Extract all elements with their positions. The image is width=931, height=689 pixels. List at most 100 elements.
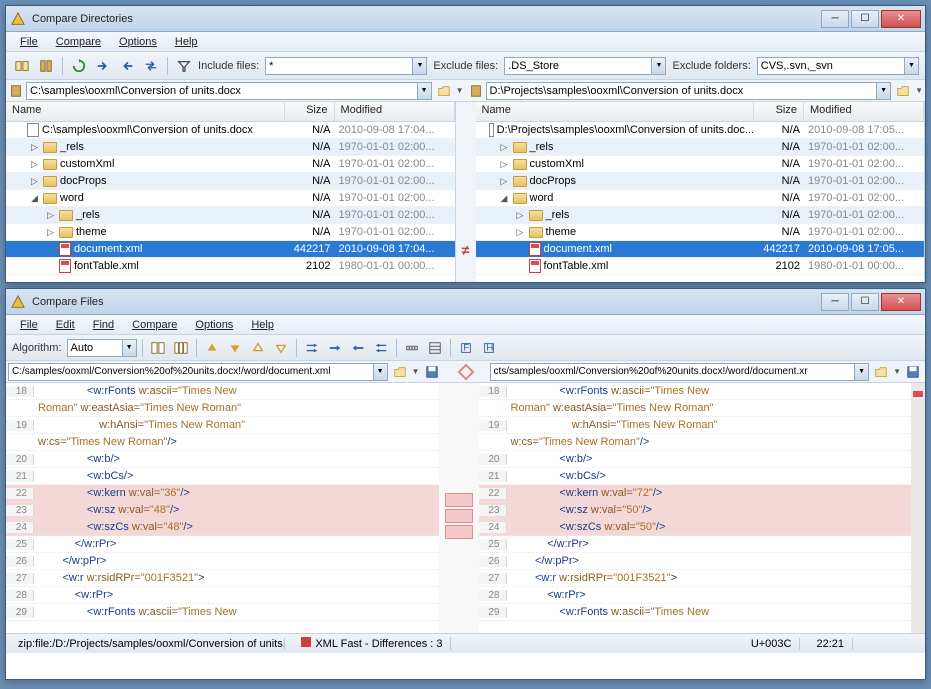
merge-block[interactable] [445, 525, 473, 539]
expand-icon[interactable]: ▷ [499, 142, 510, 153]
right-path-input[interactable]: D:\Projects\samples\ooxml\Conversion of … [486, 82, 892, 100]
file-titlebar[interactable]: Compare Files ─ ☐ ✕ [6, 289, 925, 315]
code-line[interactable]: 25 </w:rPr> [6, 536, 439, 553]
menu-help[interactable]: Help [167, 34, 206, 50]
expand-icon[interactable] [45, 261, 56, 272]
next-change-icon[interactable] [271, 338, 291, 358]
expand-icon[interactable]: ▷ [45, 210, 56, 221]
compare-archives-icon[interactable] [36, 56, 56, 76]
tree-row[interactable]: ▷themeN/A1970-01-01 02:00... [6, 224, 455, 241]
browse-left-icon[interactable] [434, 81, 454, 101]
code-line[interactable]: 26 </w:pPr> [479, 553, 912, 570]
left-file-path-input[interactable]: C:/samples/ooxml/Conversion%20of%20units… [8, 363, 388, 381]
format-icon[interactable]: F [456, 338, 476, 358]
menu-edit[interactable]: Edit [48, 317, 83, 333]
browse-right-icon[interactable] [893, 81, 913, 101]
save-icon[interactable] [422, 362, 442, 382]
expand-icon[interactable] [515, 244, 526, 255]
code-line[interactable]: Roman" w:eastAsia="Times New Roman" [479, 400, 912, 417]
tree-row[interactable]: ▷themeN/A1970-01-01 02:00... [476, 224, 925, 241]
expand-icon[interactable] [515, 261, 526, 272]
menu-help[interactable]: Help [243, 317, 282, 333]
highlight-icon[interactable]: H [479, 338, 499, 358]
code-line[interactable]: 18 <w:rFonts w:ascii="Times New [479, 383, 912, 400]
ignore-whitespace-icon[interactable] [402, 338, 422, 358]
code-line[interactable]: 22 <w:kern w:val="72"/> [479, 485, 912, 502]
tree-row[interactable]: fontTable.xml21021980-01-01 00:00... [6, 258, 455, 275]
expand-icon[interactable] [13, 125, 24, 136]
compare-dir-icon[interactable] [12, 56, 32, 76]
copy-right-icon[interactable] [93, 56, 113, 76]
col-size[interactable]: Size [285, 102, 335, 121]
code-line[interactable]: 21 <w:bCs/> [479, 468, 912, 485]
col-size[interactable]: Size [754, 102, 804, 121]
expand-icon[interactable]: ▷ [499, 159, 510, 170]
tree-row[interactable]: fontTable.xml21021980-01-01 00:00... [476, 258, 925, 275]
copy-all-left-icon[interactable] [371, 338, 391, 358]
prev-diff-icon[interactable] [202, 338, 222, 358]
menu-file[interactable]: File [12, 34, 46, 50]
code-line[interactable]: 24 <w:szCs w:val="48"/> [6, 519, 439, 536]
merge-block[interactable] [445, 509, 473, 523]
code-line[interactable]: 21 <w:bCs/> [6, 468, 439, 485]
code-line[interactable]: 27 <w:r w:rsidRPr="001F3521"> [6, 570, 439, 587]
code-line[interactable]: Roman" w:eastAsia="Times New Roman" [6, 400, 439, 417]
menu-compare[interactable]: Compare [124, 317, 185, 333]
col-name[interactable]: Name [6, 102, 285, 121]
code-line[interactable]: 18 <w:rFonts w:ascii="Times New [6, 383, 439, 400]
code-line[interactable]: 24 <w:szCs w:val="50"/> [479, 519, 912, 536]
dropdown-arrow-icon[interactable]: ▼ [915, 86, 923, 95]
tree-row[interactable]: ▷docPropsN/A1970-01-01 02:00... [6, 173, 455, 190]
settings-icon[interactable] [425, 338, 445, 358]
expand-icon[interactable] [45, 244, 56, 255]
tree-row[interactable]: ▷customXmlN/A1970-01-01 02:00... [6, 156, 455, 173]
right-code-pane[interactable]: 18 <w:rFonts w:ascii="Times NewRoman" w:… [479, 383, 912, 633]
tree-row[interactable]: ▷_relsN/A1970-01-01 02:00... [476, 139, 925, 156]
menu-find[interactable]: Find [85, 317, 122, 333]
menu-options[interactable]: Options [111, 34, 165, 50]
minimize-button[interactable]: ─ [821, 10, 849, 28]
code-line[interactable]: w:cs="Times New Roman"/> [479, 434, 912, 451]
compare-files-icon[interactable] [148, 338, 168, 358]
expand-icon[interactable]: ▷ [515, 227, 526, 238]
overview-ruler[interactable] [911, 383, 925, 633]
exclude-folders-input[interactable]: CVS,.svn,_svn▼ [757, 57, 919, 75]
browse-icon[interactable] [390, 362, 410, 382]
expand-icon[interactable]: ▷ [29, 159, 40, 170]
algorithm-select[interactable]: Auto▼ [67, 339, 137, 357]
expand-icon[interactable]: ◢ [499, 193, 510, 204]
three-way-icon[interactable] [171, 338, 191, 358]
left-code-pane[interactable]: 18 <w:rFonts w:ascii="Times NewRoman" w:… [6, 383, 439, 633]
tree-row[interactable]: ◢wordN/A1970-01-01 02:00... [476, 190, 925, 207]
copy-all-right-icon[interactable] [302, 338, 322, 358]
menu-file[interactable]: File [12, 317, 46, 333]
minimize-button[interactable]: ─ [821, 293, 849, 311]
expand-icon[interactable]: ▷ [499, 176, 510, 187]
tree-row[interactable]: document.xml4422172010-09-08 17:04... [6, 241, 455, 258]
dir-titlebar[interactable]: Compare Directories ─ ☐ ✕ [6, 6, 925, 32]
code-line[interactable]: 20 <w:b/> [6, 451, 439, 468]
filter-icon[interactable] [174, 56, 194, 76]
close-button[interactable]: ✕ [881, 293, 921, 311]
expand-icon[interactable]: ▷ [45, 227, 56, 238]
tree-row[interactable]: C:\samples\ooxml\Conversion of units.doc… [6, 122, 455, 139]
expand-icon[interactable]: ▷ [29, 176, 40, 187]
expand-icon[interactable]: ▷ [515, 210, 526, 221]
merge-block[interactable] [445, 493, 473, 507]
code-line[interactable]: 26 </w:pPr> [6, 553, 439, 570]
exclude-files-input[interactable]: .DS_Store▼ [504, 57, 666, 75]
code-line[interactable]: 29 <w:rFonts w:ascii="Times New [6, 604, 439, 621]
expand-icon[interactable] [483, 125, 486, 136]
right-file-path-input[interactable]: cts/samples/ooxml/Conversion%20of%20unit… [490, 363, 870, 381]
col-modified[interactable]: Modified [804, 102, 924, 121]
code-line[interactable]: 20 <w:b/> [479, 451, 912, 468]
expand-icon[interactable]: ▷ [29, 142, 40, 153]
tree-row[interactable]: ▷_relsN/A1970-01-01 02:00... [6, 139, 455, 156]
sync-icon[interactable] [141, 56, 161, 76]
save-icon[interactable] [903, 362, 923, 382]
browse-icon[interactable] [871, 362, 891, 382]
code-line[interactable]: 22 <w:kern w:val="36"/> [6, 485, 439, 502]
code-line[interactable]: 25 </w:rPr> [479, 536, 912, 553]
tree-row[interactable]: ▷_relsN/A1970-01-01 02:00... [6, 207, 455, 224]
code-line[interactable]: 29 <w:rFonts w:ascii="Times New [479, 604, 912, 621]
